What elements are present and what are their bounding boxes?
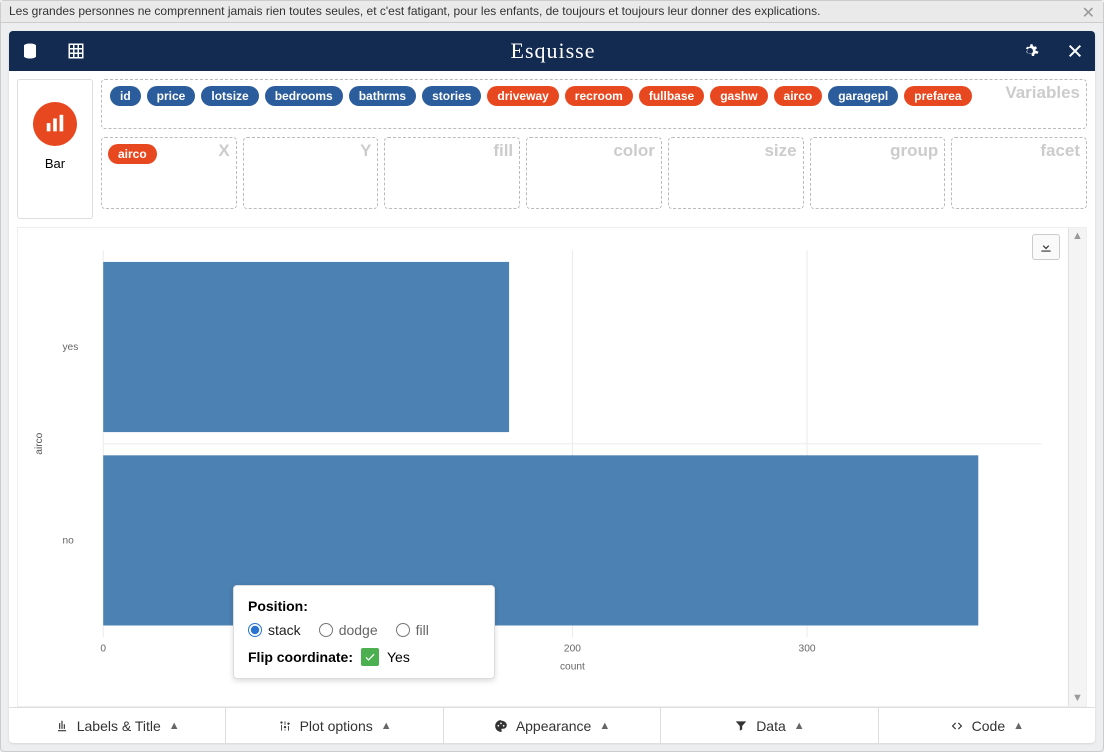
flip-coordinate-value: Yes [387, 649, 410, 665]
position-label: Position: [248, 598, 480, 614]
dropzone-group[interactable]: group [810, 137, 946, 209]
variable-pill-gashw[interactable]: gashw [710, 86, 767, 106]
header-bar: Esquisse [9, 31, 1095, 71]
tab-plot-options[interactable]: Plot options ▲ [226, 708, 443, 743]
scrollbar[interactable]: ▲ ▼ [1068, 228, 1086, 706]
flip-coordinate-label: Flip coordinate: [248, 649, 353, 665]
chart-type-label: Bar [45, 156, 65, 171]
dropzone-watermark: fill [493, 141, 513, 161]
table-icon[interactable] [67, 42, 85, 60]
svg-text:airco: airco [34, 432, 45, 454]
variables-watermark: Variables [1005, 83, 1080, 103]
dropzone-watermark: Y [360, 141, 371, 161]
banner: Les grandes personnes ne comprennent jam… [1, 1, 1103, 23]
plot-bar-yes [103, 262, 509, 432]
dropzone-watermark: size [764, 141, 796, 161]
variable-pill-stories[interactable]: stories [422, 86, 481, 106]
variable-pill-bathrms[interactable]: bathrms [349, 86, 416, 106]
variable-pill-id[interactable]: id [110, 86, 141, 106]
scroll-up-icon[interactable]: ▲ [1072, 228, 1083, 244]
dropzone-fill[interactable]: fill [384, 137, 520, 209]
bottom-tabs: Labels & Title ▲ Plot options ▲ Appearan… [9, 707, 1095, 743]
position-option-stack[interactable]: stack [248, 622, 301, 638]
scroll-down-icon[interactable]: ▼ [1072, 690, 1083, 706]
position-option-dodge[interactable]: dodge [319, 622, 378, 638]
tab-appearance[interactable]: Appearance ▲ [444, 708, 661, 743]
variable-pill-garagepl[interactable]: garagepl [828, 86, 898, 106]
bar-chart-icon [33, 102, 77, 146]
flip-coordinate-toggle[interactable] [361, 648, 379, 666]
svg-text:no: no [62, 535, 74, 546]
gear-icon[interactable] [1021, 42, 1039, 60]
app-title: Esquisse [85, 38, 1021, 64]
chart-type-selector[interactable]: Bar [17, 79, 93, 219]
svg-text:yes: yes [62, 342, 78, 353]
plot-options-popup: Position: stack dodge fill Flip coordina… [233, 585, 495, 679]
svg-text:0: 0 [100, 643, 106, 654]
dropzone-watermark: group [890, 141, 938, 161]
caret-up-icon: ▲ [599, 720, 610, 732]
svg-text:300: 300 [799, 643, 816, 654]
database-icon[interactable] [21, 42, 39, 60]
variable-pill-recroom[interactable]: recroom [565, 86, 633, 106]
variable-pill-bedrooms[interactable]: bedrooms [265, 86, 343, 106]
close-app-icon[interactable] [1067, 43, 1083, 59]
dropzone-x[interactable]: Xairco [101, 137, 237, 209]
tab-data[interactable]: Data ▲ [661, 708, 878, 743]
chart-area: ▲ ▼ 0 200 300 yes no count airco [17, 227, 1087, 707]
banner-text: Les grandes personnes ne comprennent jam… [9, 4, 820, 18]
dropzone-y[interactable]: Y [243, 137, 379, 209]
variables-pool[interactable]: Variables idpricelotsize bedrooms bathrms s… [101, 79, 1087, 129]
dropzone-size[interactable]: size [668, 137, 804, 209]
variable-pill-airco[interactable]: airco [774, 86, 823, 106]
variable-pill-fullbase[interactable]: fullbase [639, 86, 704, 106]
variable-pill-driveway[interactable]: driveway [487, 86, 558, 106]
dropzone-watermark: X [218, 141, 229, 161]
dropzone-color[interactable]: color [526, 137, 662, 209]
assigned-pill-airco[interactable]: airco [108, 144, 157, 164]
dropzone-watermark: color [613, 141, 655, 161]
close-icon[interactable]: ✕ [1082, 3, 1095, 23]
tab-labels-title[interactable]: Labels & Title ▲ [9, 708, 226, 743]
svg-text:200: 200 [564, 643, 581, 654]
bar-plot: 0 200 300 yes no count airco [34, 232, 1062, 676]
dropzone-watermark: facet [1040, 141, 1080, 161]
svg-text:count: count [560, 662, 585, 673]
caret-up-icon: ▲ [169, 720, 180, 732]
variable-pill-price[interactable]: price [147, 86, 196, 106]
caret-up-icon: ▲ [381, 720, 392, 732]
caret-up-icon: ▲ [1013, 720, 1024, 732]
position-option-fill[interactable]: fill [396, 622, 429, 638]
caret-up-icon: ▲ [794, 720, 805, 732]
tab-code[interactable]: Code ▲ [879, 708, 1095, 743]
variable-pill-lotsize[interactable]: lotsize [201, 86, 258, 106]
variable-pill-prefarea[interactable]: prefarea [904, 86, 971, 106]
dropzone-facet[interactable]: facet [951, 137, 1087, 209]
